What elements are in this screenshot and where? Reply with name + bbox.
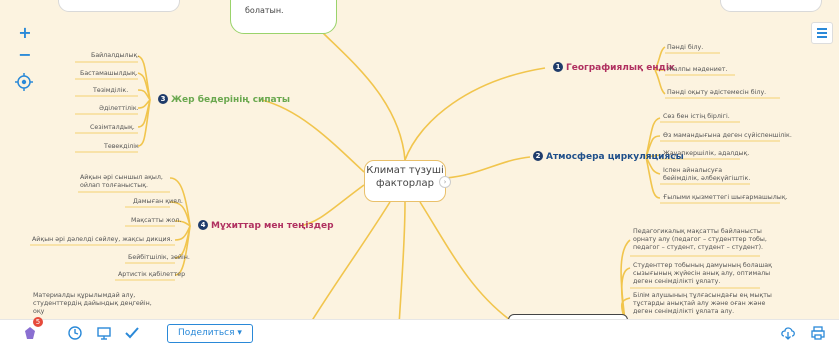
leaf-node[interactable]: Материалды құрылымдай алу, студенттердің…: [33, 292, 158, 316]
leaf-node[interactable]: Айқын әрі сыншыл ақыл, ойлап толғаныстық…: [80, 174, 172, 190]
branch-number: 3: [158, 94, 168, 104]
leaf-node[interactable]: Артистік қабілеттер: [118, 271, 185, 279]
branch-label: Мұхиттар мен теңіздер: [211, 221, 334, 231]
cloud-download-icon[interactable]: [780, 325, 796, 341]
leaf-node[interactable]: Жалпы мәдениет.: [667, 66, 727, 74]
cloud-text: болатын.: [245, 6, 284, 15]
leaf-node[interactable]: Өз мамандығына деген сүйіспеншілік.: [663, 132, 792, 140]
leaf-node[interactable]: Бейбітшілік, зейін.: [128, 254, 190, 262]
center-node[interactable]: Климат түзуші факторлар ›: [364, 160, 451, 202]
leaf-node[interactable]: Сөз бен істің бірлігі.: [663, 113, 730, 121]
leaf-node[interactable]: Дамыған қиял.: [133, 198, 183, 206]
top-search-pill[interactable]: [58, 0, 180, 12]
leaf-node[interactable]: Пәнді оқыту әдістемесін білу.: [667, 89, 766, 97]
leaf-node[interactable]: Айқын әрі дәлелді сөйлеу, жақсы дикция.: [32, 236, 172, 244]
branch-number: 1: [553, 62, 563, 72]
locate-icon[interactable]: [14, 72, 34, 92]
branch-geographic-latitude[interactable]: 1 Географиялық ендік: [553, 62, 675, 73]
leaf-node[interactable]: Іспен айналысуға бейімділік, әлбекүйгішт…: [663, 167, 758, 183]
top-status-pill[interactable]: [720, 0, 822, 12]
bottom-toolbar: 5 Поделиться ▾: [0, 317, 839, 344]
cloud-node[interactable]: болатын.: [230, 0, 337, 34]
mindmap-canvas[interactable]: болатын. + − Климат түзуші факторлар › 1…: [0, 0, 839, 344]
notifications-icon[interactable]: [22, 325, 38, 341]
leaf-node[interactable]: Сезімталдық.: [90, 124, 135, 132]
leaf-node[interactable]: Төзімділік.: [93, 87, 128, 95]
zoom-out-button[interactable]: −: [16, 46, 34, 64]
branch-relief[interactable]: 3 Жер бедерінің сипаты: [158, 94, 290, 105]
leaf-node[interactable]: Байлалдылық.: [91, 52, 139, 60]
leaf-node[interactable]: Педагогикалық мақсатты байланысты орнату…: [633, 228, 773, 252]
leaf-node[interactable]: Бастамашылдық.: [80, 70, 138, 78]
leaf-node[interactable]: Мақсатты жол.: [131, 217, 181, 225]
history-icon[interactable]: [67, 325, 83, 341]
zoom-in-button[interactable]: +: [16, 24, 34, 42]
leaf-node[interactable]: Әділеттілік.: [99, 105, 139, 113]
branch-label: Географиялық ендік: [566, 63, 676, 73]
center-line-1: Климат түзуші: [366, 165, 444, 176]
branch-number: 2: [533, 151, 543, 161]
notification-badge: 5: [33, 317, 43, 327]
branch-label: Жер бедерінің сипаты: [171, 95, 290, 105]
branch-atmosphere-circulation[interactable]: 2 Атмосфера циркуляциясы: [533, 151, 684, 162]
print-icon[interactable]: [810, 325, 826, 341]
branch-oceans-seas[interactable]: 4 Мұхиттар мен теңіздер: [198, 220, 334, 231]
leaf-node[interactable]: Білім алушының тұлғасындағы ең мықты тұс…: [633, 292, 773, 316]
check-icon[interactable]: [124, 325, 140, 341]
share-button[interactable]: Поделиться ▾: [167, 324, 253, 343]
leaf-node[interactable]: Студенттер тобының дамуының болашақ сызы…: [633, 262, 773, 286]
expand-arrow-icon[interactable]: ›: [439, 176, 451, 188]
presentation-icon[interactable]: [96, 325, 112, 341]
leaf-node[interactable]: Жауапкершілік, адалдық.: [663, 150, 749, 158]
leaf-node[interactable]: Тевекділік: [104, 143, 139, 151]
leaf-node[interactable]: Пәнді білу.: [667, 44, 703, 52]
leaf-node[interactable]: Ғылыми қызметтегі шығармашылық.: [663, 194, 788, 202]
branch-number: 4: [198, 220, 208, 230]
menu-icon[interactable]: [811, 22, 833, 44]
center-line-2: факторлар: [376, 178, 434, 189]
